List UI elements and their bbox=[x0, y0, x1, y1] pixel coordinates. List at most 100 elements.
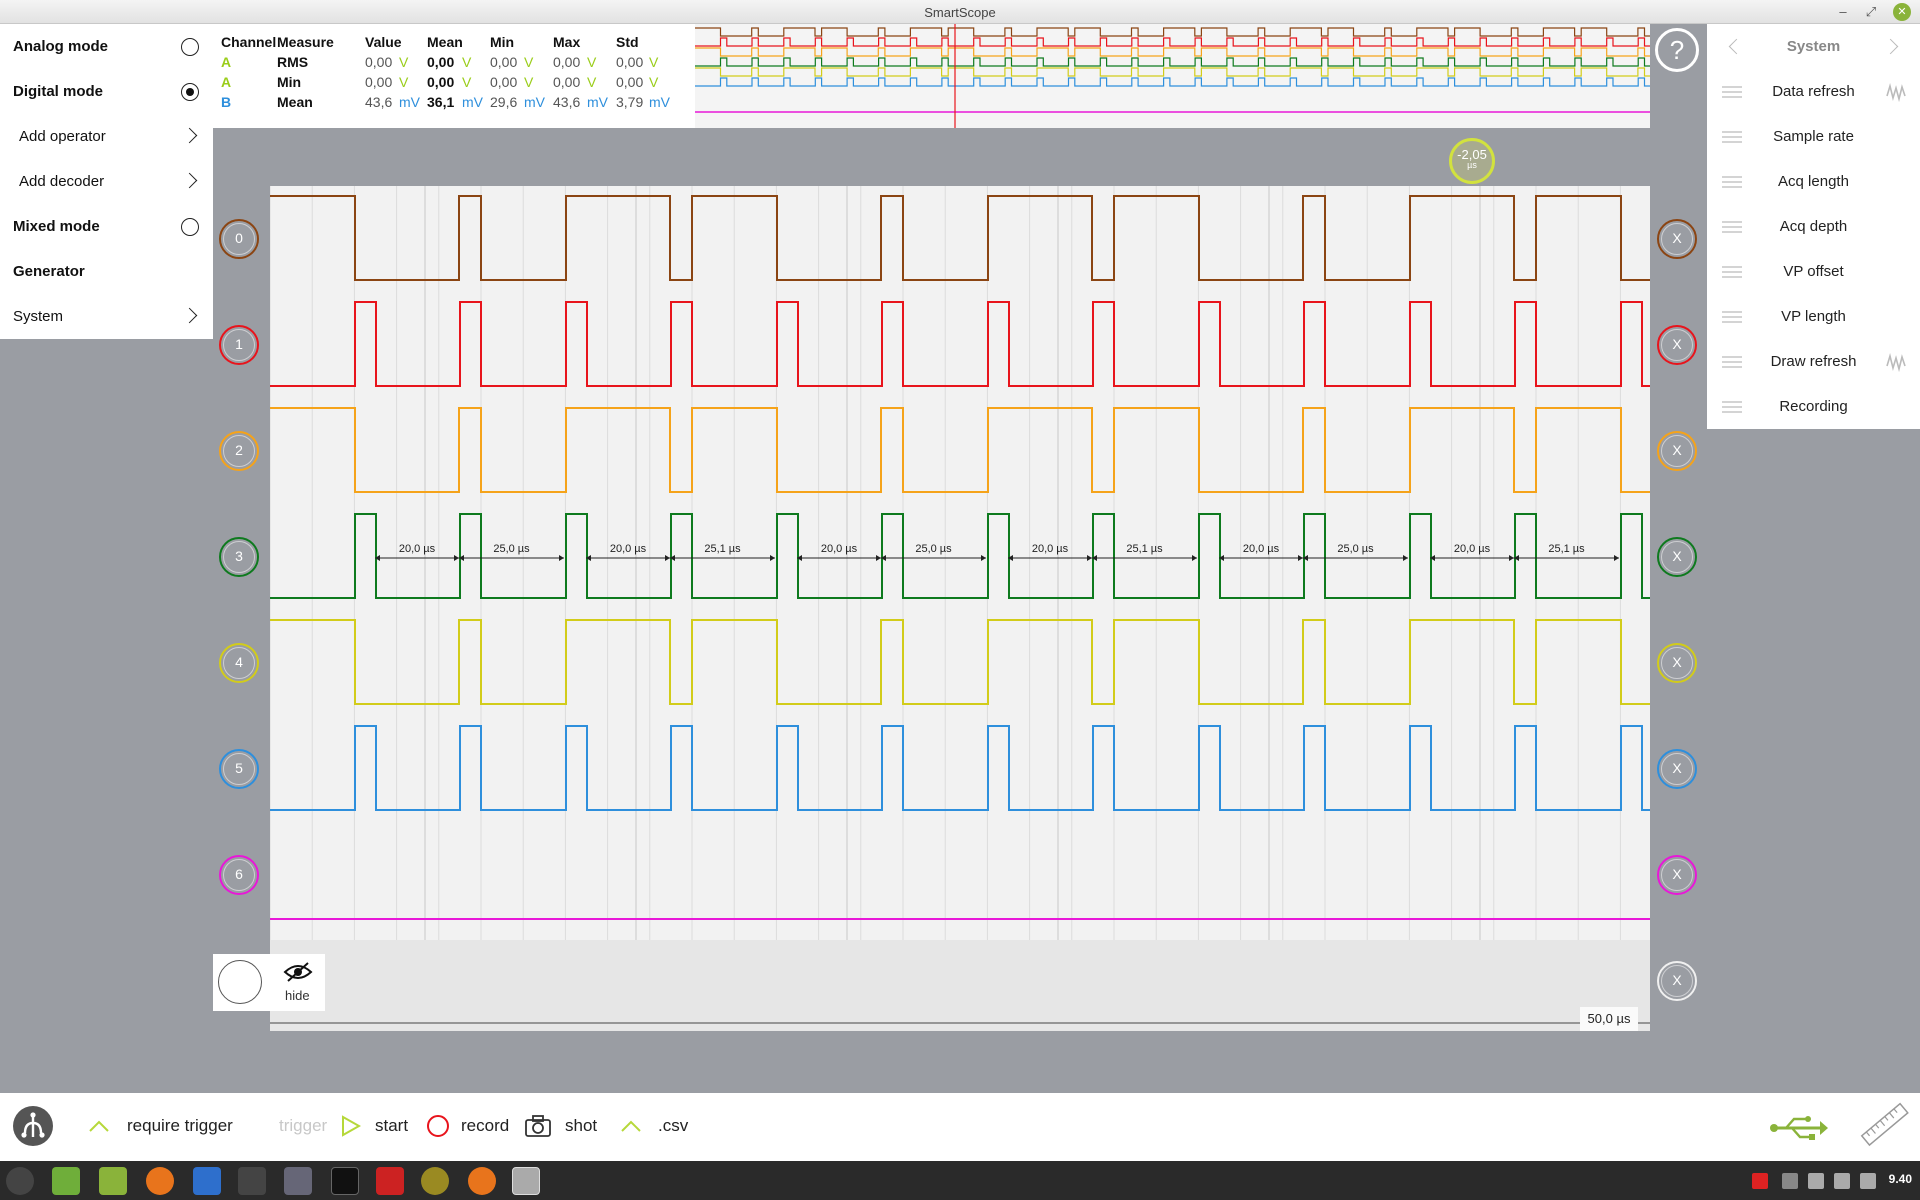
measure-value: 0,00 bbox=[365, 54, 393, 70]
record-button[interactable]: record bbox=[461, 1116, 509, 1136]
channel-1-handle[interactable]: 1 bbox=[219, 325, 259, 365]
chevron-right-icon[interactable] bbox=[181, 127, 198, 144]
start-button[interactable]: start bbox=[375, 1116, 408, 1136]
apps-grid-icon[interactable] bbox=[193, 1167, 221, 1195]
firefox-icon[interactable] bbox=[146, 1167, 174, 1195]
network-tray-icon[interactable] bbox=[1834, 1173, 1850, 1189]
channel-close-button[interactable]: X bbox=[1657, 431, 1697, 471]
measure-unit: mV bbox=[462, 94, 483, 110]
channel-3-handle[interactable]: 3 bbox=[219, 537, 259, 577]
help-button[interactable]: ? bbox=[1655, 28, 1699, 72]
require-trigger-icon[interactable] bbox=[88, 1119, 110, 1133]
interval-label: 25,0 µs bbox=[493, 543, 530, 555]
csv-export-icon[interactable] bbox=[620, 1119, 642, 1133]
printer-tray-icon[interactable] bbox=[1808, 1173, 1824, 1189]
radio-icon[interactable] bbox=[181, 218, 199, 236]
measure-unit: mV bbox=[399, 94, 420, 110]
globe-icon[interactable] bbox=[421, 1167, 449, 1195]
channel-0-handle[interactable]: 0 bbox=[219, 219, 259, 259]
channel-close-button[interactable]: X bbox=[1657, 749, 1697, 789]
measure-value: 43,6 bbox=[365, 94, 393, 110]
menu-item-generator[interactable]: Generator bbox=[0, 249, 213, 294]
start-menu-icon[interactable] bbox=[6, 1167, 34, 1195]
video-icon[interactable] bbox=[238, 1167, 266, 1195]
channel-close-button[interactable]: X bbox=[1657, 855, 1697, 895]
waveform-overview[interactable] bbox=[695, 24, 1650, 128]
timebase-indicator[interactable]: 50,0 µs bbox=[1580, 1007, 1638, 1031]
menu-item-mixed-mode[interactable]: Mixed mode bbox=[0, 204, 213, 249]
menu-item-analog-mode[interactable]: Analog mode bbox=[0, 24, 213, 69]
measure-max: 0,00 bbox=[553, 54, 581, 70]
arrow-head bbox=[1298, 555, 1303, 561]
radio-selected-icon[interactable] bbox=[181, 83, 199, 101]
terminal-icon[interactable] bbox=[331, 1167, 359, 1195]
measure-channel: A bbox=[221, 74, 232, 90]
channel-4-handle[interactable]: 4 bbox=[219, 643, 259, 683]
menu-item-label: Digital mode bbox=[13, 83, 104, 100]
volume-tray-icon[interactable] bbox=[1860, 1173, 1876, 1189]
hide-label[interactable]: hide bbox=[285, 988, 310, 1003]
overview-trace bbox=[695, 57, 1650, 67]
os-taskbar: 9.40 bbox=[0, 1161, 1920, 1200]
smartscope-task-icon[interactable] bbox=[512, 1167, 540, 1195]
channel-close-button[interactable]: X bbox=[1657, 219, 1697, 259]
system-item-acq-depth[interactable]: Acq depth bbox=[1707, 204, 1920, 249]
maximize-icon[interactable]: ⤢ bbox=[1862, 3, 1880, 21]
game-icon[interactable] bbox=[376, 1167, 404, 1195]
measure-header: Channel bbox=[221, 34, 277, 50]
channel-close-button[interactable]: X bbox=[1657, 325, 1697, 365]
mail-tray-icon[interactable] bbox=[1752, 1173, 1768, 1189]
minimize-icon[interactable]: – bbox=[1834, 3, 1852, 21]
system-item-data-refresh[interactable]: Data refresh bbox=[1707, 69, 1920, 114]
radio-icon[interactable] bbox=[181, 38, 199, 56]
window-title: SmartScope bbox=[924, 5, 996, 20]
overview-trace bbox=[695, 47, 1650, 57]
require-trigger-button[interactable]: require trigger bbox=[127, 1116, 233, 1136]
record-icon[interactable] bbox=[426, 1114, 450, 1138]
badge-icon[interactable] bbox=[468, 1167, 496, 1195]
menu-item-add-operator[interactable]: Add operator bbox=[0, 114, 213, 159]
desktop-icon[interactable] bbox=[52, 1167, 80, 1195]
measure-max: 0,00 bbox=[553, 74, 581, 90]
chevron-right-icon[interactable] bbox=[181, 172, 198, 189]
channel-close-button[interactable]: X bbox=[1657, 643, 1697, 683]
trigger-button[interactable]: trigger bbox=[279, 1116, 327, 1136]
channel-1-trace bbox=[270, 301, 1650, 387]
system-item-label: Sample rate bbox=[1773, 128, 1854, 145]
menu-item-add-decoder[interactable]: Add decoder bbox=[0, 159, 213, 204]
ruler-icon[interactable] bbox=[1856, 1097, 1912, 1153]
system-item-acq-length[interactable]: Acq length bbox=[1707, 159, 1920, 204]
archive-icon[interactable] bbox=[284, 1167, 312, 1195]
measure-value: 0,00 bbox=[365, 74, 393, 90]
chevron-right-icon[interactable] bbox=[181, 307, 198, 324]
shield-tray-icon[interactable] bbox=[1782, 1173, 1798, 1189]
camera-icon[interactable] bbox=[524, 1114, 552, 1138]
csv-export-button[interactable]: .csv bbox=[658, 1116, 688, 1136]
arrow-head bbox=[1509, 555, 1514, 561]
channel-close-button[interactable]: X bbox=[1657, 961, 1697, 1001]
measure-unit: V bbox=[524, 54, 534, 70]
interval-annotations: 20,0 µs 25,0 µs 20,0 µs 25,1 µs 20,0 µs 25,0 … bbox=[375, 543, 1619, 561]
system-item-sample-rate[interactable]: Sample rate bbox=[1707, 114, 1920, 159]
measure-unit: mV bbox=[587, 94, 608, 110]
menu-item-system[interactable]: System bbox=[0, 294, 213, 339]
system-item-recording[interactable]: Recording bbox=[1707, 384, 1920, 429]
trigger-marker[interactable]: -2,05 µs bbox=[1449, 138, 1495, 184]
scope-plot[interactable]: 20,0 µs 25,0 µs 20,0 µs 25,1 µs 20,0 µs 25,0 … bbox=[270, 186, 1650, 1031]
system-item-vp-length[interactable]: VP length bbox=[1707, 294, 1920, 339]
play-icon[interactable] bbox=[341, 1115, 361, 1137]
system-item-vp-offset[interactable]: VP offset bbox=[1707, 249, 1920, 294]
close-icon[interactable]: ✕ bbox=[1893, 3, 1911, 21]
folder-icon[interactable] bbox=[99, 1167, 127, 1195]
channel-5-handle[interactable]: 5 bbox=[219, 749, 259, 789]
interval-label: 20,0 µs bbox=[610, 543, 647, 555]
screenshot-button[interactable]: shot bbox=[565, 1116, 597, 1136]
menu-item-digital-mode[interactable]: Digital mode bbox=[0, 69, 213, 114]
smartscope-logo-icon[interactable] bbox=[12, 1105, 54, 1147]
channel-6-handle[interactable]: 6 bbox=[219, 855, 259, 895]
channel-select-circle[interactable] bbox=[218, 960, 262, 1004]
eye-hide-icon[interactable] bbox=[283, 960, 313, 984]
channel-close-button[interactable]: X bbox=[1657, 537, 1697, 577]
system-item-draw-refresh[interactable]: Draw refresh bbox=[1707, 339, 1920, 384]
channel-2-handle[interactable]: 2 bbox=[219, 431, 259, 471]
